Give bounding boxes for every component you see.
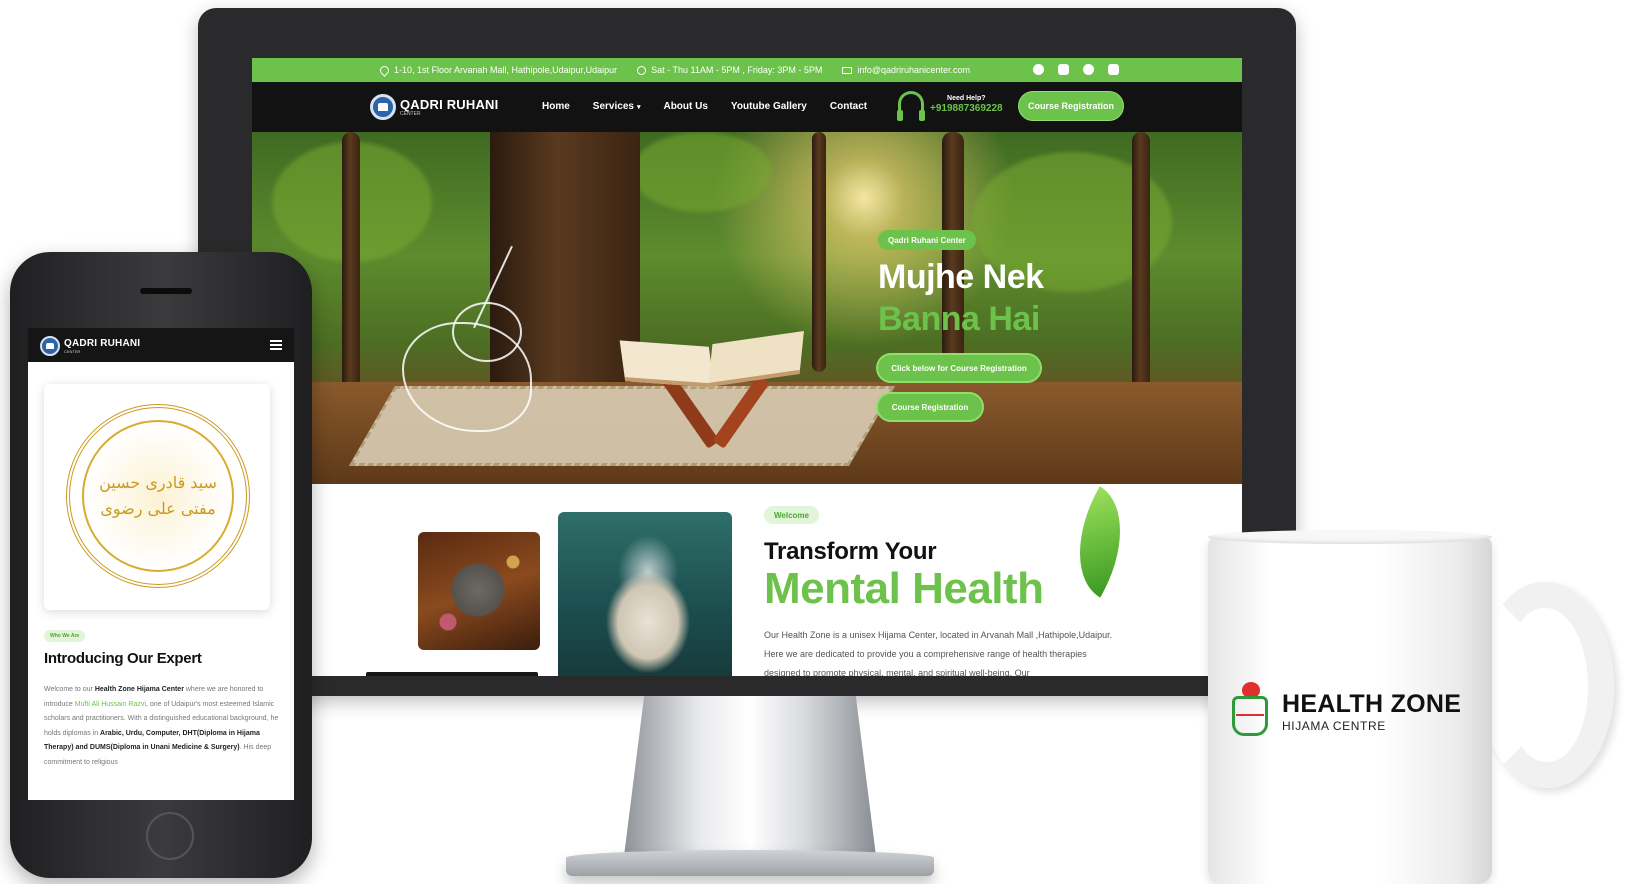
- welcome-title-line2: Mental Health: [764, 564, 1044, 613]
- mobile-logo[interactable]: QADRI RUHANI CENTER: [40, 336, 140, 356]
- calligraphy-seal: سید قادری حسین مفتی علی رضوی: [66, 404, 250, 588]
- calligraphy-seal-inner: سید قادری حسین مفتی علی رضوی: [82, 420, 234, 572]
- hours-item: Sat - Thu 11AM - 5PM , Friday: 3PM - 5PM: [637, 65, 822, 75]
- location-pin-icon: [378, 63, 391, 77]
- whatsapp-icon[interactable]: [1083, 64, 1094, 75]
- mail-icon: [842, 66, 853, 74]
- spa-therapy-image: [558, 512, 732, 676]
- chevron-down-icon: ▾: [636, 104, 641, 111]
- welcome-title-line1: Transform Your: [764, 538, 937, 565]
- desc-part: Welcome to our: [44, 686, 95, 693]
- expert-seal-card: سید قادری حسین مفتی علی رضوی: [44, 384, 270, 610]
- seal-calligraphy: سید قادری حسین مفتی علی رضوی: [99, 473, 217, 518]
- phone-home-button: [146, 812, 194, 860]
- help-label: Need Help?: [947, 94, 986, 102]
- hero-title-line1: Mujhe Nek: [878, 258, 1044, 296]
- mug-handle: [1480, 582, 1614, 788]
- mobile-phone: QADRI RUHANI CENTER سید قادری حسین مفتی …: [10, 252, 312, 878]
- welcome-section: Welcome Transform Your Mental Health Our…: [252, 484, 1242, 676]
- instagram-icon[interactable]: [1108, 64, 1119, 75]
- cupping-jar-icon: [1228, 682, 1272, 740]
- expert-name-link[interactable]: Mufti Ali Hussain Razvi: [75, 701, 146, 708]
- mobile-logo-subtitle: CENTER: [64, 348, 81, 354]
- main-navbar: QADRI RUHANI CENTER Home Services ▾ About…: [252, 82, 1242, 132]
- nav-links: Home Services ▾ About Us Youtube Gallery …: [542, 101, 867, 112]
- hero-primary-button[interactable]: Click below for Course Registration: [878, 355, 1040, 381]
- logo-title: QADRI RUHANI: [400, 96, 499, 112]
- leaf-decoration: [1051, 486, 1149, 598]
- clock-icon: [637, 65, 647, 75]
- mobile-screen: QADRI RUHANI CENTER سید قادری حسین مفتی …: [28, 328, 294, 800]
- welcome-badge: Welcome: [764, 506, 819, 524]
- hero-badge: Qadri Ruhani Center: [878, 230, 976, 250]
- tree-trunk: [812, 132, 826, 372]
- site-logo[interactable]: QADRI RUHANI CENTER: [370, 94, 498, 120]
- nav-youtube-gallery[interactable]: Youtube Gallery: [731, 101, 807, 112]
- social-links: [1033, 64, 1119, 75]
- mobile-logo-title: QADRI RUHANI: [64, 337, 141, 349]
- herbs-image: [418, 532, 540, 650]
- who-we-are-badge: Who We Are: [44, 630, 86, 642]
- hamburger-menu-icon[interactable]: [270, 340, 282, 352]
- nav-services-label: Services: [592, 101, 634, 112]
- image-caption-bar: [366, 672, 538, 676]
- mug-rim: [1208, 530, 1492, 544]
- headset-icon: [897, 91, 925, 121]
- mug-brand: HEALTH ZONE: [1282, 689, 1462, 718]
- hero-secondary-button[interactable]: Course Registration: [878, 394, 982, 420]
- tree-trunk: [342, 132, 360, 392]
- nav-home[interactable]: Home: [542, 101, 570, 112]
- help-phone: +919887369228: [930, 103, 1003, 115]
- address-text: 1-10, 1st Floor Arvanah Mall, Hathipole,…: [394, 65, 618, 75]
- foliage: [632, 132, 772, 212]
- expert-title: Introducing Our Expert: [44, 650, 202, 667]
- nav-services[interactable]: Services ▾: [593, 101, 641, 112]
- tree-trunk: [1132, 132, 1150, 392]
- help-contact[interactable]: Need Help? +919887369228: [897, 91, 1003, 121]
- mobile-navbar: QADRI RUHANI CENTER: [28, 328, 294, 362]
- flower-outline: [452, 302, 522, 362]
- logo-emblem-icon: [40, 336, 60, 356]
- course-registration-button[interactable]: Course Registration: [1018, 91, 1124, 121]
- welcome-description: Our Health Zone is a unisex Hijama Cente…: [764, 630, 1113, 676]
- tree-trunk: [942, 132, 964, 382]
- hero-banner: Qadri Ruhani Center Mujhe Nek Banna Hai …: [252, 132, 1242, 484]
- email-item[interactable]: info@qadriruhanicenter.com: [842, 65, 970, 75]
- address-item[interactable]: 1-10, 1st Floor Arvanah Mall, Hathipole,…: [378, 63, 618, 77]
- hero-title-line2: Banna Hai: [878, 300, 1040, 338]
- hours-text: Sat - Thu 11AM - 5PM , Friday: 3PM - 5PM: [651, 65, 823, 75]
- phone-speaker: [140, 288, 192, 294]
- logo-subtitle: CENTER: [400, 110, 421, 117]
- youtube-icon[interactable]: [1058, 64, 1069, 75]
- email-text: info@qadriruhanicenter.com: [857, 65, 971, 75]
- desktop-screen: 1-10, 1st Floor Arvanah Mall, Hathipole,…: [252, 58, 1242, 676]
- monitor-base: [566, 850, 934, 876]
- facebook-icon[interactable]: [1033, 64, 1044, 75]
- nav-contact[interactable]: Contact: [830, 101, 867, 112]
- logo-emblem-icon: [370, 94, 396, 120]
- monitor-stand: [624, 696, 876, 856]
- top-info-bar: 1-10, 1st Floor Arvanah Mall, Hathipole,…: [252, 58, 1242, 82]
- desc-bold: Health Zone Hijama Center: [94, 686, 184, 693]
- health-zone-logo: HEALTH ZONE HIJAMA CENTRE: [1228, 682, 1461, 740]
- expert-description: Welcome to our Health Zone Hijama Center…: [44, 683, 280, 771]
- mug-tagline: HIJAMA CENTRE: [1282, 718, 1386, 733]
- nav-about[interactable]: About Us: [663, 101, 707, 112]
- open-book: [708, 330, 804, 388]
- open-book: [619, 340, 715, 388]
